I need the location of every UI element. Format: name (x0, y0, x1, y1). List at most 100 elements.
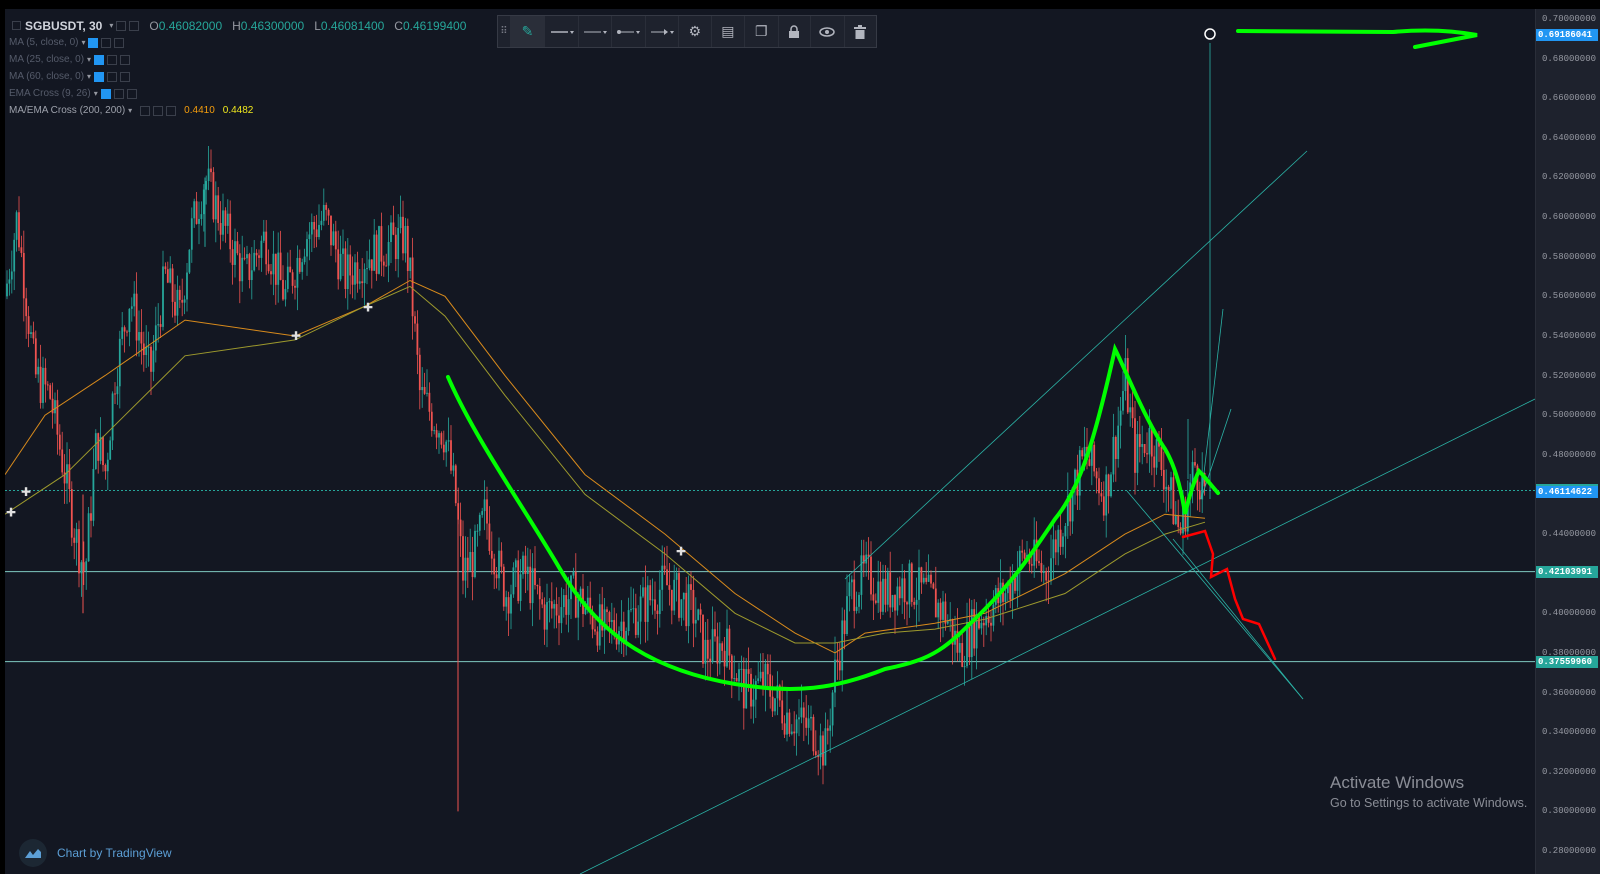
candle-body (1172, 477, 1175, 525)
candle-body (723, 650, 726, 667)
candle-body (714, 629, 716, 637)
eye-icon[interactable] (94, 54, 105, 65)
clone-icon[interactable]: ❐ (745, 16, 779, 47)
candle-body (56, 400, 59, 435)
candle-body (97, 433, 100, 461)
close-icon[interactable] (166, 105, 177, 116)
tradingview-branding[interactable]: Chart by TradingView (19, 839, 172, 867)
candle-body (610, 620, 613, 622)
close-icon[interactable] (120, 54, 131, 65)
indicator-row[interactable]: MA (25, close, 0) ▾ (9, 51, 466, 68)
candle-body (841, 620, 844, 671)
eye-icon[interactable] (94, 71, 105, 82)
candle-body (150, 346, 152, 372)
chart-area[interactable]: ✚ ✚ ✚ ✚ ✚ SGBUSDT, 30 ▾ O0.46082000 H0.46300… (5, 9, 1535, 874)
candle-body (740, 668, 743, 670)
branding-text[interactable]: Chart by TradingView (57, 846, 172, 860)
candle-body (730, 655, 733, 679)
eye-icon[interactable] (811, 16, 845, 47)
chart-canvas[interactable]: ✚ ✚ ✚ ✚ ✚ (5, 9, 1535, 874)
collapse-icon[interactable] (12, 21, 21, 30)
candle-body (601, 604, 604, 631)
drag-handle-icon[interactable]: ⠿ (498, 16, 511, 47)
settings-icon[interactable] (101, 37, 112, 48)
chevron-down-icon[interactable]: ▾ (128, 106, 132, 115)
trend-line (1200, 308, 1224, 500)
candle-body (541, 599, 544, 605)
settings-icon[interactable] (116, 20, 127, 31)
candle-body (1194, 462, 1196, 466)
close-icon[interactable] (114, 37, 125, 48)
price-tick: 0.36000000 (1542, 687, 1597, 698)
drawing-toolbar[interactable]: ⠿ ✎ ⚙ ▤ ❐ (497, 15, 877, 48)
indicator-row[interactable]: MA (5, close, 0) ▾ (9, 34, 466, 51)
line-start-icon[interactable] (612, 16, 646, 47)
candle-body (310, 221, 313, 235)
candle-body (606, 609, 608, 613)
candle-body (438, 433, 440, 438)
candle-body (649, 585, 652, 601)
cross-marker-icon: ✚ (21, 485, 31, 499)
symbol-label[interactable]: SGBUSDT, 30 (25, 19, 102, 33)
candle-body (634, 608, 637, 635)
candle-body (296, 257, 299, 288)
indicator-row[interactable]: MA/EMA Cross (200, 200) ▾ 0.4410 0.4482 (9, 102, 466, 119)
candle-body (322, 204, 325, 221)
candle-body (507, 597, 510, 614)
candle-body (18, 212, 20, 248)
candle-body (637, 621, 640, 635)
candle-body (390, 222, 392, 243)
chevron-down-icon[interactable]: ▾ (81, 38, 85, 47)
pencil-icon[interactable]: ✎ (510, 16, 546, 47)
settings-icon[interactable] (153, 105, 164, 116)
close-icon[interactable] (120, 71, 131, 82)
chevron-down-icon[interactable]: ▾ (94, 89, 98, 98)
candle-body (308, 234, 311, 240)
layers-icon[interactable]: ▤ (712, 16, 746, 47)
line-style-icon[interactable] (545, 16, 579, 47)
indicator-row[interactable]: EMA Cross (9, 26) ▾ (9, 85, 466, 102)
line-end-icon[interactable] (646, 16, 680, 47)
settings-icon[interactable] (113, 88, 124, 99)
chevron-down-icon[interactable]: ▾ (87, 72, 91, 81)
candle-body (524, 555, 527, 575)
candle-body (159, 324, 162, 327)
candle-body (358, 281, 361, 284)
indicator-row[interactable]: MA (60, close, 0) ▾ (9, 68, 466, 85)
close-icon[interactable] (126, 88, 137, 99)
candle-body (555, 604, 558, 616)
candle-body (1155, 439, 1158, 468)
candle-body (632, 608, 635, 610)
candle-body (694, 619, 697, 624)
candle-body (500, 550, 503, 567)
chevron-down-icon[interactable]: ▾ (87, 55, 91, 64)
trash-icon[interactable] (845, 16, 876, 47)
candle-body (519, 574, 522, 601)
candle-body (452, 465, 455, 471)
candle-body (85, 561, 88, 572)
candle-body (891, 595, 894, 608)
settings-icon[interactable] (107, 71, 118, 82)
candle-body (270, 271, 272, 275)
candle-body (757, 678, 760, 682)
eye-icon[interactable] (140, 105, 151, 116)
gear-icon[interactable]: ⚙ (679, 16, 712, 47)
line-width-icon[interactable] (579, 16, 613, 47)
hide-icon[interactable] (129, 20, 140, 31)
eye-icon[interactable] (100, 88, 111, 99)
candle-body (877, 581, 880, 603)
candle-body (58, 434, 61, 450)
candle-body (1042, 571, 1045, 573)
candle-body (750, 673, 752, 707)
settings-icon[interactable] (107, 54, 118, 65)
candle-body (944, 601, 947, 624)
candle-body (133, 293, 136, 307)
lock-icon[interactable] (779, 16, 812, 47)
tradingview-logo-icon (19, 839, 47, 867)
price-axis[interactable]: 0.70000000 0.68000000 0.66000000 0.64000000… (1535, 9, 1600, 874)
candle-body (1198, 490, 1201, 500)
candle-body (1038, 561, 1040, 564)
chevron-down-icon[interactable]: ▾ (109, 21, 113, 30)
candle-body (1131, 407, 1134, 419)
eye-icon[interactable] (88, 37, 99, 48)
